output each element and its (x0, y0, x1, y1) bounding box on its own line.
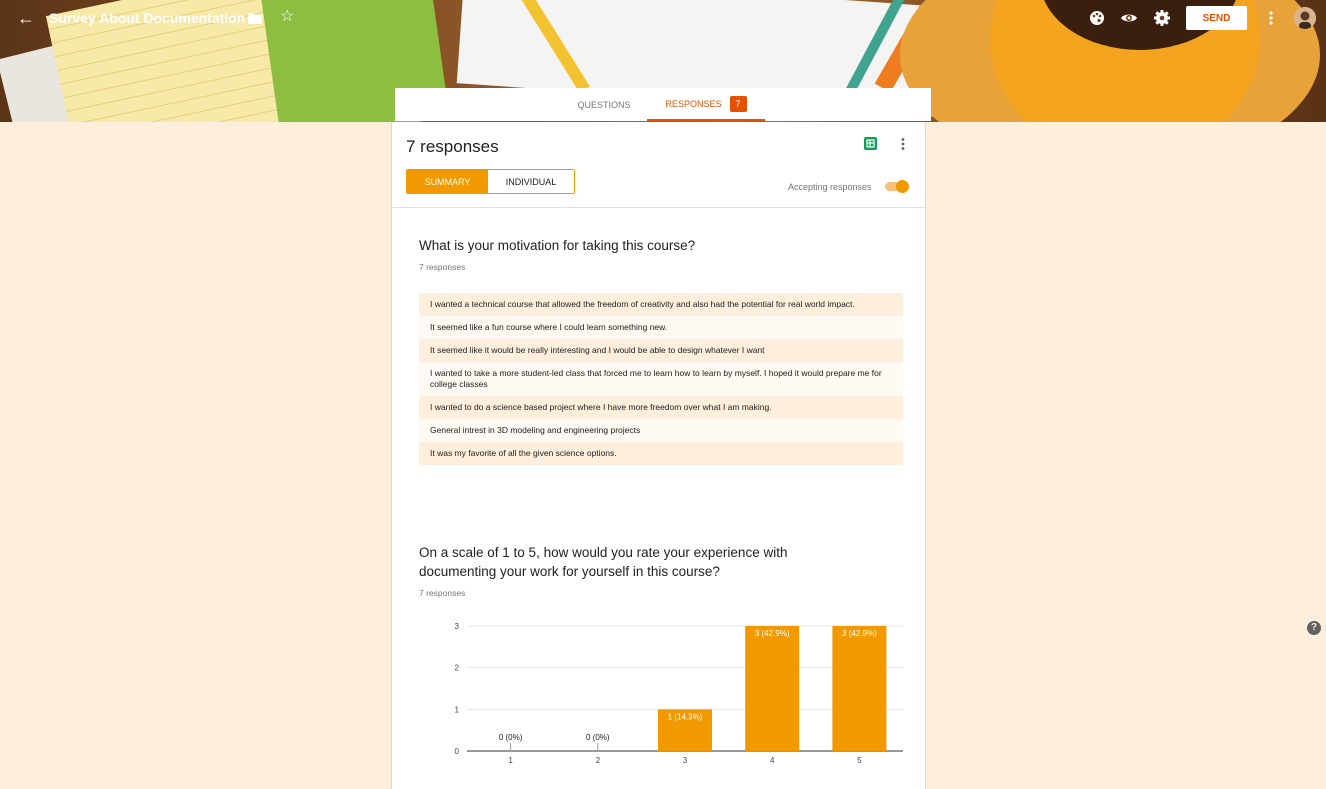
form-title[interactable]: Survey About Documentation (49, 10, 245, 26)
avatar[interactable] (1294, 7, 1316, 29)
bar-data-label: 1 (14.3%) (668, 712, 703, 721)
avatar-image (1294, 7, 1316, 29)
list-item: General intrest in 3D modeling and engin… (419, 419, 903, 442)
question-response-count: 7 responses (419, 262, 466, 272)
chart-bar (832, 626, 887, 751)
view-toggle: SUMMARY INDIVIDUAL (406, 169, 575, 194)
question-title: What is your motivation for taking this … (419, 238, 696, 253)
chart-svg: 0 1 2 3 0 (0%) 1 0 (0%) 2 1 (14.3%) 3 3 (42.9%) 4 3 … (455, 622, 903, 765)
x-tick-label: 4 (770, 756, 775, 765)
tab-questions[interactable]: QUESTIONS (565, 88, 643, 121)
editor-tabs: QUESTIONS RESPONSES 7 (395, 88, 931, 121)
more-vert-icon[interactable] (1264, 8, 1278, 28)
divider (392, 207, 925, 208)
list-item: I wanted to do a science based project w… (419, 396, 903, 419)
x-tick-label: 5 (857, 756, 862, 765)
send-button[interactable]: SEND (1186, 6, 1247, 30)
list-item: I wanted to take a more student-led clas… (419, 362, 903, 396)
list-item: It seemed like it would be really intere… (419, 339, 903, 362)
palette-icon[interactable] (1088, 9, 1106, 27)
x-tick-label: 3 (683, 756, 688, 765)
spreadsheet-icon[interactable] (864, 137, 877, 150)
bar-data-label: 0 (0%) (499, 733, 523, 742)
accepting-responses-toggle[interactable] (883, 179, 910, 194)
responses-title: 7 responses (406, 137, 499, 156)
bar-data-label: 3 (42.9%) (755, 629, 790, 638)
chart-bar (745, 626, 800, 751)
summary-button[interactable]: SUMMARY (407, 170, 488, 193)
top-bar: ← Survey About Documentation ☆ SEND (0, 0, 1326, 36)
list-item: It seemed like a fun course where I coul… (419, 316, 903, 339)
list-item: It was my favorite of all the given scie… (419, 442, 903, 465)
back-arrow-icon[interactable]: ← (16, 8, 36, 28)
list-item: I wanted a technical course that allowed… (419, 293, 903, 316)
y-tick-label: 0 (455, 747, 460, 756)
eye-icon[interactable] (1120, 9, 1138, 27)
x-tick-label: 1 (508, 756, 513, 765)
tab-responses-label: RESPONSES (665, 98, 722, 109)
question-response-count: 7 responses (419, 588, 466, 598)
tab-responses[interactable]: RESPONSES 7 (647, 88, 765, 121)
gear-icon[interactable] (1153, 9, 1171, 27)
bar-data-label: 3 (42.9%) (842, 629, 877, 638)
more-options-icon[interactable] (897, 136, 909, 152)
answer-list: I wanted a technical course that allowed… (419, 293, 903, 465)
y-tick-label: 1 (455, 705, 460, 714)
question-title: On a scale of 1 to 5, how would you rate… (419, 545, 788, 579)
y-tick-label: 2 (455, 664, 460, 673)
bar-data-label: 0 (0%) (586, 733, 610, 742)
accepting-responses-label: Accepting responses (788, 182, 872, 192)
spreadsheet-glyph (866, 139, 875, 148)
toggle-knob (896, 180, 909, 193)
individual-button[interactable]: INDIVIDUAL (488, 170, 574, 193)
folder-icon[interactable] (247, 11, 263, 25)
rating-bar-chart: 0 1 2 3 0 (0%) 1 0 (0%) 2 1 (14.3%) 3 3 (42.9%) 4 3 … (419, 616, 909, 766)
x-tick-label: 2 (596, 756, 601, 765)
responses-card: 7 responses SUMMARY INDIVIDUAL Accepting… (391, 122, 926, 789)
help-icon[interactable]: ? (1307, 621, 1321, 635)
responses-count-badge: 7 (729, 95, 747, 112)
y-tick-label: 3 (455, 622, 460, 631)
star-icon[interactable]: ☆ (280, 8, 294, 26)
